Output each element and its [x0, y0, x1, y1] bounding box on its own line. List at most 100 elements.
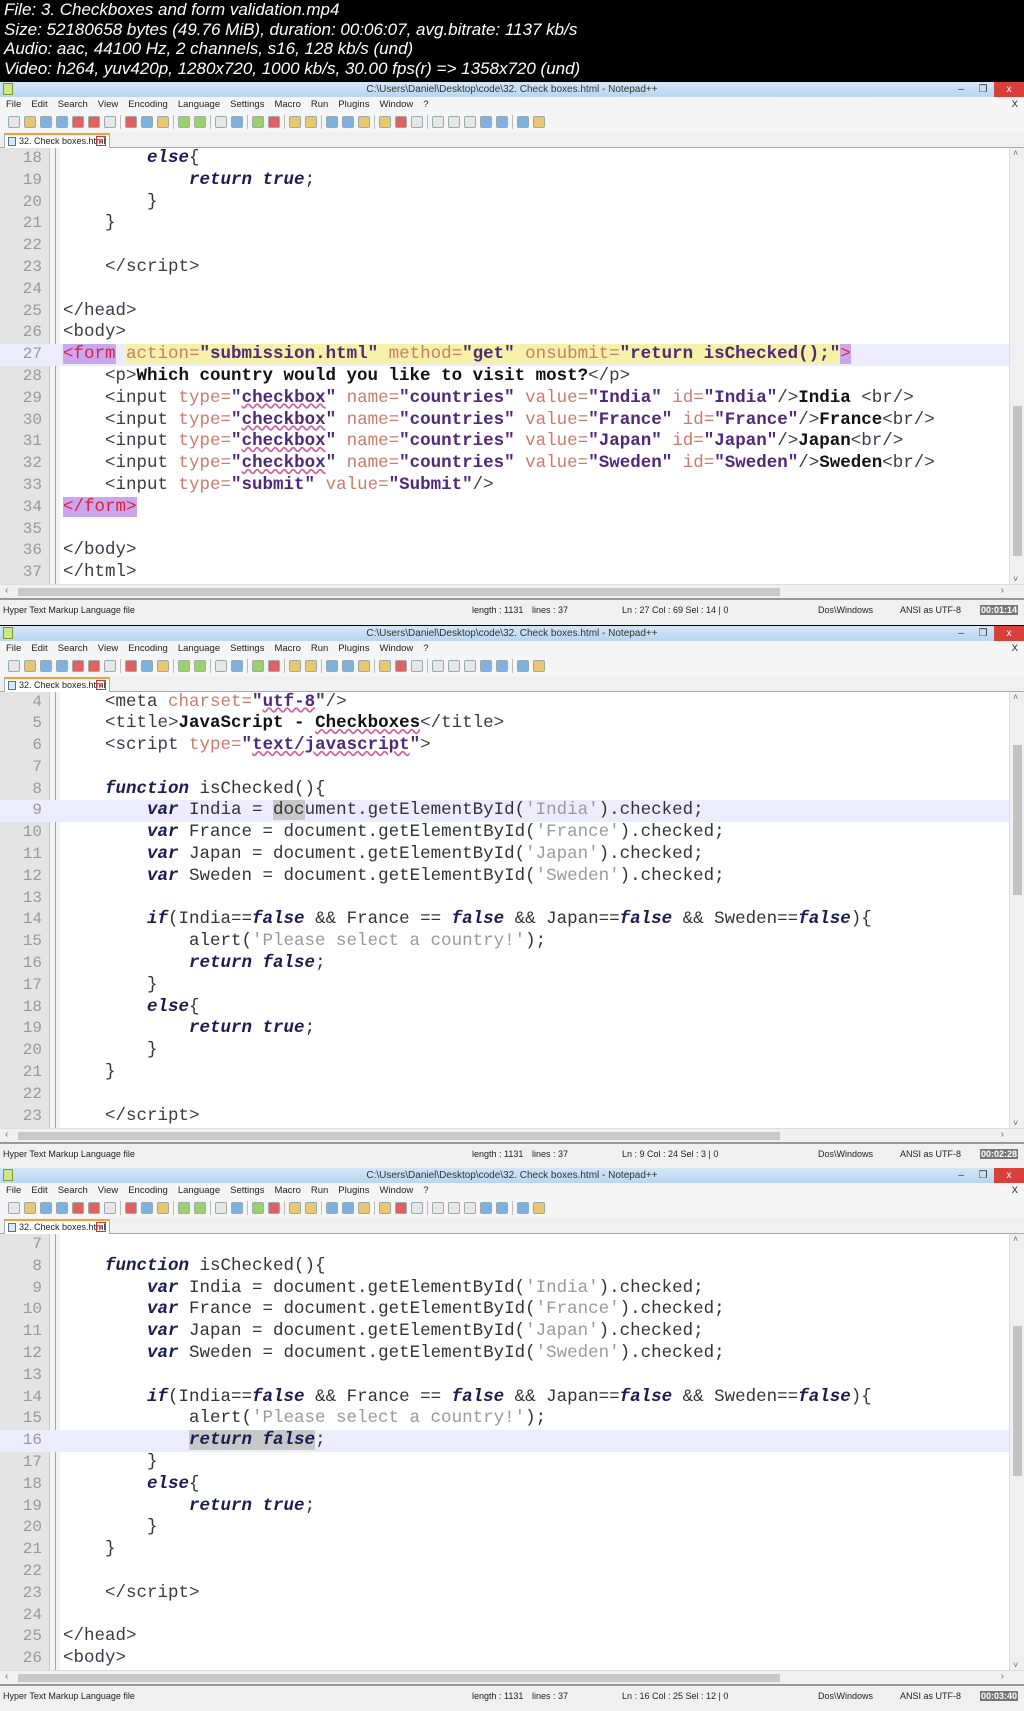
menu-language[interactable]: Language: [178, 641, 220, 656]
horizontal-scroll-thumb[interactable]: [18, 1131, 780, 1140]
sync-v-icon[interactable]: [289, 659, 301, 672]
function-list-icon[interactable]: [395, 659, 407, 672]
redo-icon[interactable]: [194, 116, 206, 128]
zoom-out-icon[interactable]: [268, 659, 280, 672]
save-all-icon[interactable]: [56, 116, 68, 128]
minimize-button[interactable]: –: [950, 626, 972, 641]
close-all-icon[interactable]: [88, 116, 100, 128]
show-all-icon[interactable]: [342, 116, 354, 128]
extra-icon[interactable]: [533, 1202, 545, 1214]
restore-button[interactable]: ❐: [972, 82, 994, 97]
vertical-scrollbar[interactable]: ˄ ˅: [1009, 148, 1024, 584]
show-all-icon[interactable]: [342, 659, 354, 672]
code-editor[interactable]: 18 else{19 return true; 20 } 21 } 22 23 </sc…: [0, 148, 1024, 584]
horizontal-scroll-thumb[interactable]: [18, 1674, 780, 1682]
code-editor[interactable]: 78 function isChecked(){9 var India = do…: [0, 1234, 1024, 1670]
save-icon[interactable]: [40, 1202, 52, 1214]
menu-plugins[interactable]: Plugins: [338, 97, 369, 112]
restore-button[interactable]: ❐: [972, 1168, 994, 1183]
open-icon[interactable]: [24, 1202, 36, 1214]
new-icon[interactable]: [8, 116, 20, 128]
close-button[interactable]: x: [994, 82, 1024, 97]
save-icon[interactable]: [40, 116, 52, 128]
spellcheck-icon[interactable]: [517, 659, 529, 672]
menu-settings[interactable]: Settings: [230, 1183, 264, 1198]
save-macro-icon[interactable]: [496, 1202, 508, 1214]
menu-macro[interactable]: Macro: [274, 641, 300, 656]
tab-check-boxes-html[interactable]: 32. Check boxes.html x: [4, 1219, 110, 1234]
close-document-button[interactable]: X: [1012, 1183, 1018, 1198]
sync-v-icon[interactable]: [289, 116, 301, 128]
run-macro-multiple-icon[interactable]: [480, 1202, 492, 1214]
menu-encoding[interactable]: Encoding: [128, 1183, 168, 1198]
record-macro-icon[interactable]: [432, 1202, 444, 1214]
record-macro-icon[interactable]: [432, 659, 444, 672]
scroll-right-arrow[interactable]: ›: [1001, 1671, 1004, 1682]
menu-search[interactable]: Search: [58, 1183, 88, 1198]
print-icon[interactable]: [104, 1202, 116, 1214]
vertical-scrollbar[interactable]: ˄ ˅: [1009, 1234, 1024, 1670]
menu-edit[interactable]: Edit: [31, 1183, 47, 1198]
stop-macro-icon[interactable]: [448, 659, 460, 672]
folder-icon[interactable]: [411, 116, 423, 128]
zoom-in-icon[interactable]: [252, 116, 264, 128]
scroll-right-arrow[interactable]: ›: [1001, 585, 1004, 596]
zoom-in-icon[interactable]: [252, 659, 264, 672]
menu-window[interactable]: Window: [379, 641, 413, 656]
zoom-out-icon[interactable]: [268, 116, 280, 128]
save-macro-icon[interactable]: [496, 116, 508, 128]
cut-icon[interactable]: [125, 659, 137, 672]
stop-macro-icon[interactable]: [448, 116, 460, 128]
folder-icon[interactable]: [411, 1202, 423, 1214]
horizontal-scrollbar[interactable]: ‹ ›: [0, 1127, 1024, 1142]
spellcheck-icon[interactable]: [517, 1202, 529, 1214]
scroll-left-arrow[interactable]: ‹: [5, 1129, 8, 1140]
menu-run[interactable]: Run: [311, 1183, 328, 1198]
tab-close-icon[interactable]: x: [96, 1222, 106, 1232]
menu-language[interactable]: Language: [178, 1183, 220, 1198]
menu-edit[interactable]: Edit: [31, 641, 47, 656]
vertical-scroll-thumb[interactable]: [1013, 1326, 1022, 1476]
menu-plugins[interactable]: Plugins: [338, 1183, 369, 1198]
record-macro-icon[interactable]: [432, 116, 444, 128]
indent-guide-icon[interactable]: [358, 659, 370, 672]
play-macro-icon[interactable]: [464, 116, 476, 128]
horizontal-scroll-thumb[interactable]: [18, 588, 780, 596]
new-icon[interactable]: [8, 1202, 20, 1214]
menu-file[interactable]: File: [6, 641, 21, 656]
menu-view[interactable]: View: [98, 641, 118, 656]
save-all-icon[interactable]: [56, 1202, 68, 1214]
undo-icon[interactable]: [178, 116, 190, 128]
folder-icon[interactable]: [411, 659, 423, 672]
replace-icon[interactable]: [231, 659, 243, 672]
cut-icon[interactable]: [125, 116, 137, 128]
indent-guide-icon[interactable]: [358, 116, 370, 128]
menu-plugins[interactable]: Plugins: [338, 641, 369, 656]
word-wrap-icon[interactable]: [326, 1202, 338, 1214]
paste-icon[interactable]: [157, 116, 169, 128]
vertical-scroll-thumb[interactable]: [1013, 744, 1022, 895]
copy-icon[interactable]: [141, 659, 153, 672]
menu-window[interactable]: Window: [379, 97, 413, 112]
save-icon[interactable]: [40, 659, 52, 672]
sync-h-icon[interactable]: [305, 659, 317, 672]
menu-settings[interactable]: Settings: [230, 97, 264, 112]
restore-button[interactable]: ❐: [972, 626, 994, 641]
find-icon[interactable]: [215, 1202, 227, 1214]
spellcheck-icon[interactable]: [517, 116, 529, 128]
close-button[interactable]: x: [994, 625, 1024, 641]
menu-file[interactable]: File: [6, 97, 21, 112]
close-button[interactable]: x: [994, 1168, 1024, 1183]
menu-macro[interactable]: Macro: [274, 1183, 300, 1198]
close-document-button[interactable]: X: [1012, 97, 1018, 112]
scroll-down-arrow[interactable]: ˅: [1013, 574, 1018, 584]
menu-view[interactable]: View: [98, 97, 118, 112]
menu-settings[interactable]: Settings: [230, 641, 264, 656]
replace-icon[interactable]: [231, 1202, 243, 1214]
paste-icon[interactable]: [157, 659, 169, 672]
scroll-down-arrow[interactable]: ˅: [1013, 1660, 1018, 1670]
menu-search[interactable]: Search: [58, 97, 88, 112]
scroll-down-arrow[interactable]: ˅: [1013, 1118, 1018, 1128]
code-editor[interactable]: 4 <meta charset="utf-8"/> 5 <title>JavaSc…: [0, 691, 1024, 1128]
redo-icon[interactable]: [194, 659, 206, 672]
